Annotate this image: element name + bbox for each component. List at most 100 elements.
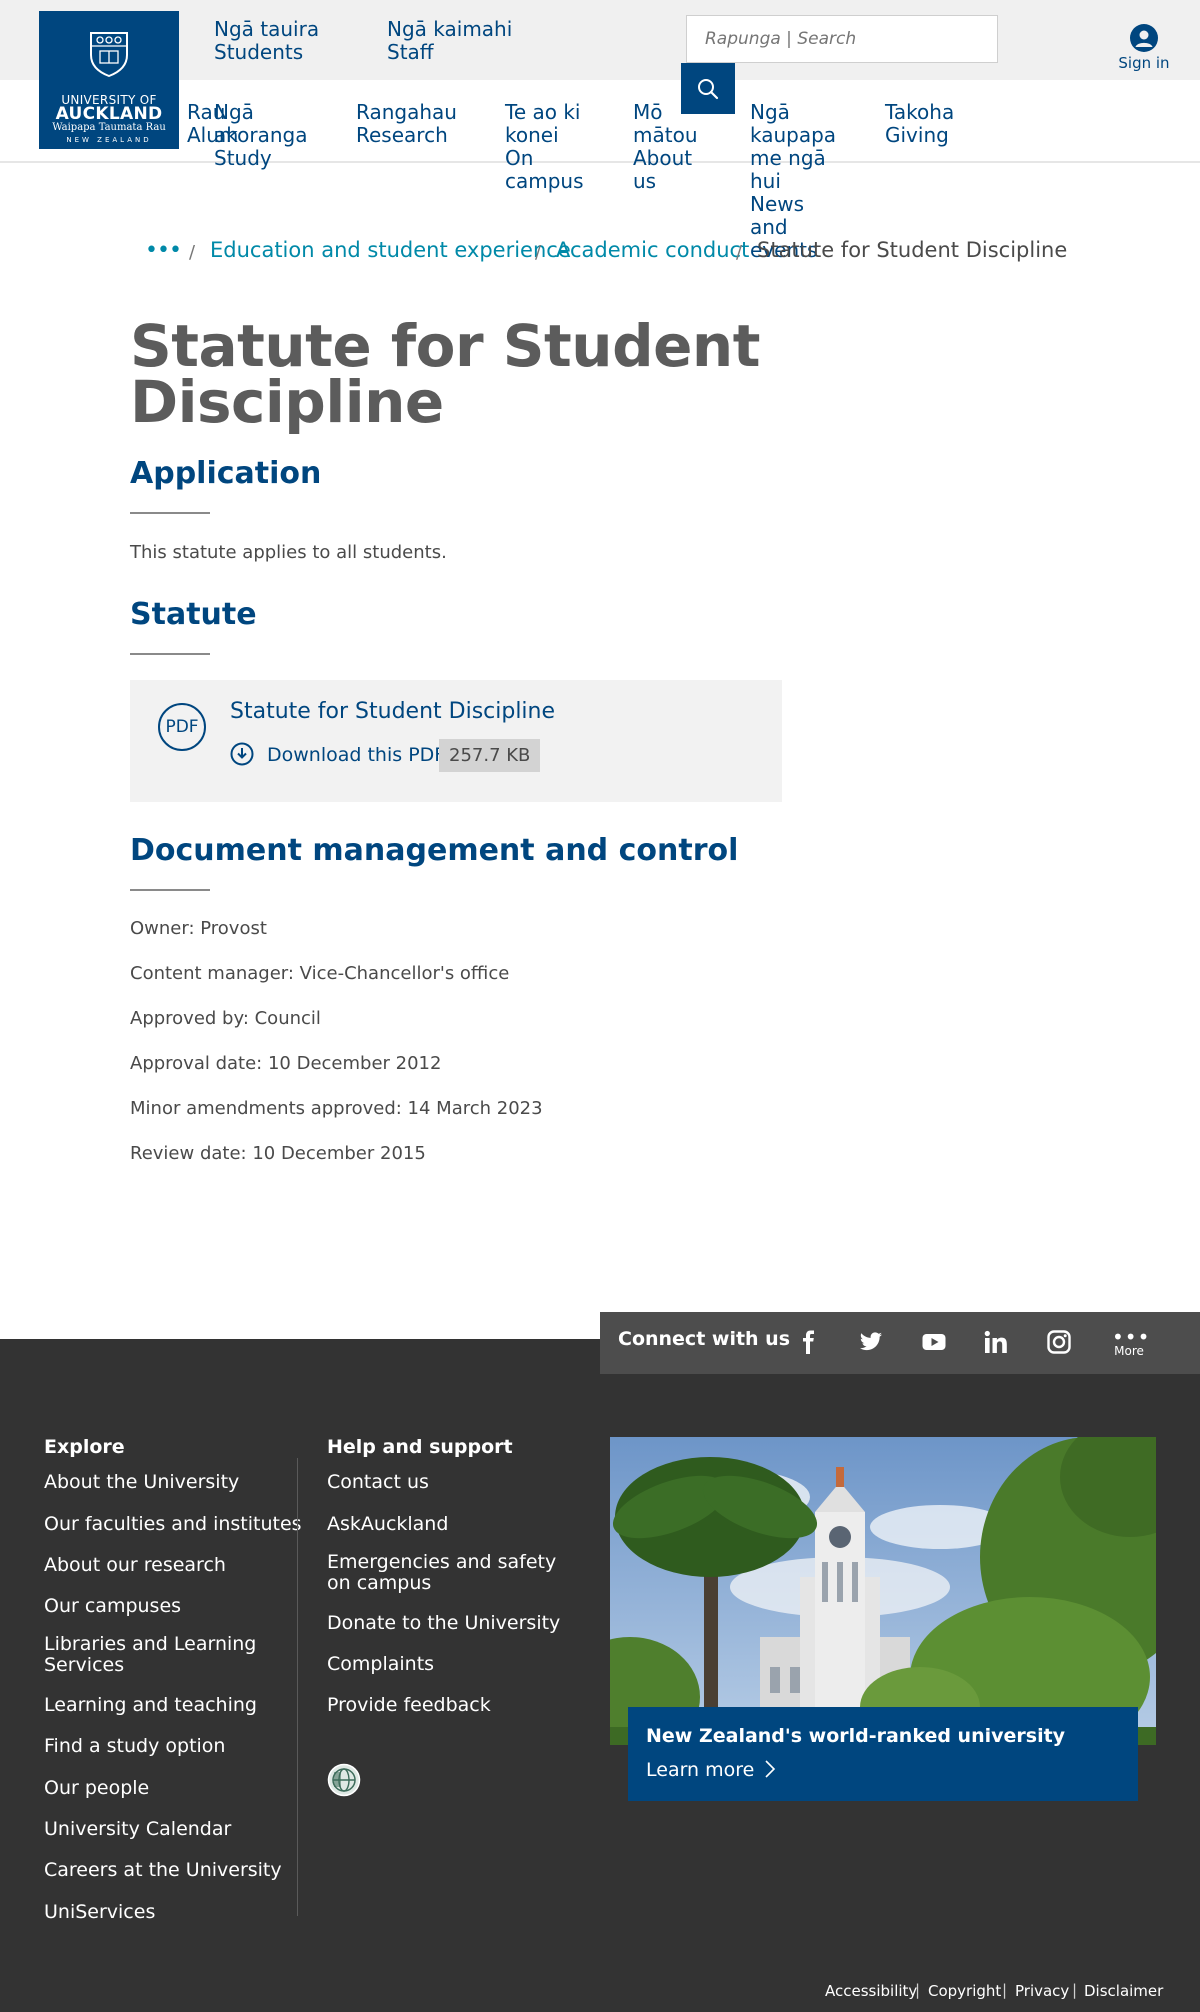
nav-news-line-4: hui [750,169,781,193]
staff-link[interactable]: Ngā kaimahi Staff [387,18,512,64]
nav-campus-line-2: konei [505,123,559,147]
statute-heading: Statute [130,597,257,632]
globe-icon[interactable] [327,1763,361,1797]
file-size-badge: 257.7 KB [439,739,541,772]
section-divider [130,512,210,514]
nav-about-line-2: mātou [633,123,698,147]
footer-link-complaints[interactable]: Complaints [327,1654,434,1675]
footer-link-campuses[interactable]: Our campuses [44,1596,181,1617]
instagram-icon[interactable] [1046,1329,1072,1355]
user-icon [1130,24,1158,52]
linkedin-icon[interactable] [983,1329,1009,1355]
nav-news-line-6: and [750,215,788,239]
document-approved-by: Approved by: Council [130,1008,321,1029]
logo-line-auckland: AUCKLAND [55,104,163,124]
breadcrumb-education[interactable]: Education and student experience [210,238,571,262]
students-link[interactable]: Ngā tauira Students [214,18,319,64]
footer-link-askauckland[interactable]: AskAuckland [327,1514,448,1535]
footer-link-contact[interactable]: Contact us [327,1472,429,1493]
document-owner: Owner: Provost [130,918,267,939]
footer-link-donate[interactable]: Donate to the University [327,1613,560,1634]
university-logo[interactable]: UNIVERSITY OF AUCKLAND Waipapa Taumata R… [39,11,179,149]
nav-item-research[interactable]: Rangahau Research [356,101,457,147]
document-minor-amendments: Minor amendments approved: 14 March 2023 [130,1098,543,1119]
nav-research-english: Research [356,123,448,147]
application-heading: Application [130,456,322,491]
footer-link-about-university[interactable]: About the University [44,1472,239,1493]
application-text: This statute applies to all students. [130,542,447,563]
learn-more-label: Learn more [646,1759,755,1781]
footer-link-feedback[interactable]: Provide feedback [327,1695,491,1716]
nav-campus-line-3: On [505,146,534,170]
facebook-icon[interactable] [796,1329,822,1355]
nav-giving-maori: Takoha [885,100,955,124]
more-social-button[interactable]: ••• More [1112,1325,1151,1358]
nav-campus-line-4: campus [505,169,584,193]
footer-link-research[interactable]: About our research [44,1555,226,1576]
download-icon[interactable] [230,742,254,766]
legal-link-privacy[interactable]: Privacy [1015,1982,1069,2000]
footer-link-emergencies[interactable]: Emergencies and safety on campus [327,1552,577,1594]
nav-research-maori: Rangahau [356,100,457,124]
footer-link-uniservices[interactable]: UniServices [44,1902,155,1923]
legal-link-copyright[interactable]: Copyright [928,1982,1001,2000]
breadcrumb-more-button[interactable]: ••• [145,238,182,263]
document-management-heading: Document management and control [130,833,739,868]
crest-icon [90,32,128,77]
nav-news-line-3: me ngā [750,146,826,170]
footer-link-learning-teaching[interactable]: Learning and teaching [44,1695,257,1716]
footer-link-study-option[interactable]: Find a study option [44,1736,225,1757]
logo-line-new-zealand: NEW ZEALAND [66,136,152,144]
youtube-icon[interactable] [921,1329,947,1355]
search-icon [698,78,719,99]
logo-line-maori-name: Waipapa Taumata Rau [52,122,166,133]
nav-item-study[interactable]: Ngā akoranga Study [214,101,307,170]
nav-about-line-1: Mō [633,100,663,124]
footer-link-our-people[interactable]: Our people [44,1778,149,1799]
nav-study-maori: akoranga [214,123,308,147]
page-title: Statute for Student Discipline [130,312,760,436]
nav-item-on-campus[interactable]: Te ao ki konei On campus [505,101,584,193]
nav-campus-line-1: Te ao ki [505,100,581,124]
footer-link-faculties[interactable]: Our faculties and institutes [44,1514,302,1535]
sign-in-label: Sign in [1118,54,1170,72]
nav-about-line-4: us [633,169,657,193]
legal-link-disclaimer[interactable]: Disclaimer [1084,1982,1163,2000]
legal-separator: | [1002,1981,1008,1999]
sign-in-button[interactable]: Sign in [1118,24,1170,72]
download-pdf-link[interactable]: Download this PDF [267,744,445,766]
nav-item-about-us[interactable]: Mō mātou About us [633,101,698,193]
breadcrumb-academic-conduct[interactable]: Academic conduct [556,238,749,262]
breadcrumb-current: Statute for Student Discipline [757,238,1068,262]
search-input[interactable] [687,16,997,62]
connect-label: Connect with us [618,1328,791,1350]
pdf-file-icon: PDF [158,703,206,751]
staff-link-maori: Ngā kaimahi [387,17,513,41]
legal-link-accessibility[interactable]: Accessibility [825,1982,917,2000]
promo-title: New Zealand's world-ranked university [646,1725,1066,1747]
legal-separator: | [915,1981,921,1999]
twitter-icon[interactable] [858,1329,884,1355]
learn-more-link[interactable]: Learn more [646,1759,776,1781]
nav-divider [0,161,1200,163]
section-divider [130,889,210,891]
pdf-title-link[interactable]: Statute for Student Discipline [230,699,555,724]
footer-column-divider [297,1458,298,1916]
nav-news-line-2: kaupapa [750,123,837,147]
breadcrumb-separator: / [189,242,196,263]
footer-link-calendar[interactable]: University Calendar [44,1819,231,1840]
document-approval-date: Approval date: 10 December 2012 [130,1053,442,1074]
footer-link-libraries[interactable]: Libraries and Learning Services [44,1634,284,1676]
more-dots-icon: ••• [1112,1325,1151,1349]
nav-item-giving[interactable]: Takoha Giving [885,101,954,147]
footer-link-careers[interactable]: Careers at the University [44,1860,282,1881]
nav-study-nga: Ngā [214,100,254,124]
document-content-manager: Content manager: Vice-Chancellor's offic… [130,963,510,984]
promo-banner[interactable] [628,1707,1138,1801]
breadcrumb-separator: / [736,242,743,263]
students-link-maori: Ngā tauira [214,17,320,41]
nav-news-line-1: Ngā [750,100,790,124]
legal-separator: | [1072,1981,1078,1999]
explore-heading: Explore [44,1436,125,1458]
breadcrumb-separator: / [535,242,542,263]
